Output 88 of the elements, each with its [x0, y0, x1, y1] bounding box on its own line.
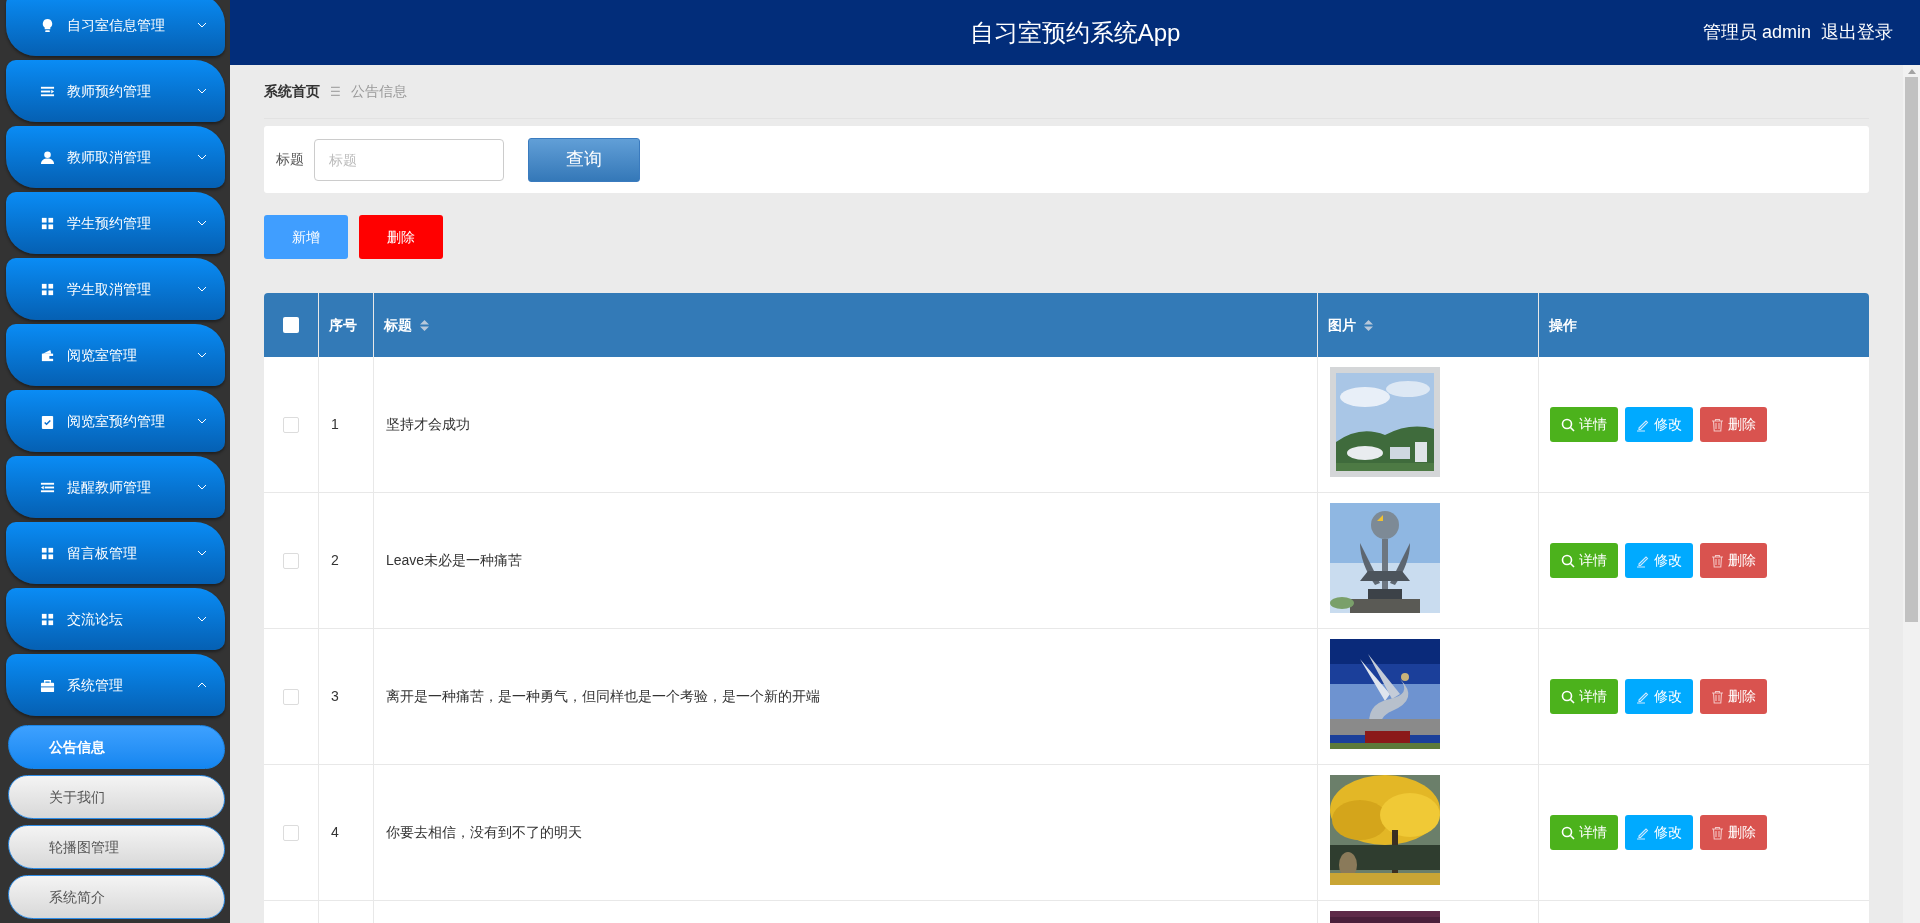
- select-all-checkbox[interactable]: [283, 317, 299, 333]
- field-label: 标题: [276, 150, 304, 169]
- app-title: 自习室预约系统App: [969, 17, 1181, 48]
- row-checkbox[interactable]: [283, 824, 299, 841]
- title-cell-text: 离开是一种痛苦，是一种勇气，但同样也是一个考验，是一个新的开端: [386, 687, 820, 706]
- trash-icon: [1711, 417, 1724, 432]
- scroll-up-icon[interactable]: [1907, 68, 1916, 74]
- edit-button[interactable]: 修改: [1625, 679, 1693, 714]
- bulb-icon: [40, 17, 55, 33]
- row-number: 4: [331, 823, 339, 842]
- grid-icon: [40, 545, 55, 561]
- sidebar-menu-item[interactable]: 自习室信息管理: [6, 0, 225, 56]
- sidebar-menu-item[interactable]: 教师取消管理: [6, 126, 225, 188]
- row-checkbox[interactable]: [283, 688, 299, 705]
- scrollbar-thumb[interactable]: [1905, 77, 1918, 622]
- row-checkbox[interactable]: [283, 416, 299, 433]
- title-cell-text: Leave未必是一种痛苦: [386, 551, 523, 570]
- trash-icon: [1711, 825, 1724, 840]
- chevron-down-icon: [197, 88, 207, 94]
- sidebar-menu-item[interactable]: 留言板管理: [6, 522, 225, 584]
- delete-row-button[interactable]: 删除: [1700, 543, 1767, 578]
- submenu-item[interactable]: 关于我们: [8, 775, 225, 819]
- chevron-down-icon: [197, 286, 207, 292]
- search-icon: [1561, 417, 1575, 432]
- submenu-item[interactable]: 公告信息: [8, 725, 225, 769]
- details-button[interactable]: 详情: [1550, 407, 1618, 442]
- grid-icon: [40, 281, 55, 297]
- add-button[interactable]: 新增: [264, 215, 348, 259]
- row-checkbox[interactable]: [283, 552, 299, 569]
- logout-link[interactable]: 退出登录: [1821, 19, 1893, 46]
- chevron-down-icon: [197, 616, 207, 622]
- person-icon: [40, 149, 55, 165]
- delete-row-button[interactable]: 删除: [1700, 815, 1767, 850]
- edit-button[interactable]: 修改: [1625, 543, 1693, 578]
- details-button[interactable]: 详情: [1550, 679, 1618, 714]
- sidebar-menu-item[interactable]: 阅览室预约管理: [6, 390, 225, 452]
- sidebar-menu-item[interactable]: 系统管理: [6, 654, 225, 716]
- grid-icon: [40, 611, 55, 627]
- scrollbar[interactable]: [1903, 65, 1920, 923]
- chevron-down-icon: [197, 484, 207, 490]
- briefcase-icon: [40, 677, 55, 693]
- sidebar-menu-item[interactable]: 教师预约管理: [6, 60, 225, 122]
- trash-icon: [1711, 689, 1724, 704]
- sort-icon[interactable]: [420, 318, 429, 332]
- breadcrumb-separator: ☰: [330, 83, 341, 101]
- edit-button[interactable]: 修改: [1625, 815, 1693, 850]
- wallet-icon: [40, 347, 55, 363]
- delete-button[interactable]: 删除: [359, 215, 443, 259]
- chevron-down-icon: [197, 550, 207, 556]
- chevron-down-icon: [197, 154, 207, 160]
- search-icon: [1561, 689, 1575, 704]
- title-cell-text: 你要去相信，没有到不了的明天: [386, 823, 582, 842]
- trash-icon: [1711, 553, 1724, 568]
- chevron-down-icon: [197, 220, 207, 226]
- breadcrumb-current: 公告信息: [351, 82, 407, 101]
- search-icon: [1561, 553, 1575, 568]
- breadcrumb-link[interactable]: 系统首页: [264, 81, 320, 102]
- edit-button[interactable]: 修改: [1625, 407, 1693, 442]
- clipboard-check-icon: [40, 413, 55, 429]
- delete-row-button[interactable]: 删除: [1700, 407, 1767, 442]
- column-header: 操作: [1549, 315, 1577, 335]
- sidebar-menu-item[interactable]: 交流论坛: [6, 588, 225, 650]
- details-button[interactable]: 详情: [1550, 543, 1618, 578]
- column-header: 标题: [384, 315, 412, 335]
- admin-label: 管理员 admin: [1702, 21, 1811, 44]
- title-cell-text: 坚持才会成功: [386, 415, 470, 434]
- sort-icon[interactable]: [1364, 318, 1373, 332]
- search-icon: [1561, 825, 1575, 840]
- column-header: 图片: [1328, 315, 1356, 335]
- column-header: 序号: [329, 315, 357, 335]
- grid-icon: [40, 215, 55, 231]
- sidebar-menu-item[interactable]: 学生取消管理: [6, 258, 225, 320]
- sidebar-menu-item[interactable]: 学生预约管理: [6, 192, 225, 254]
- chevron-up-icon: [197, 682, 207, 688]
- chevron-down-icon: [197, 418, 207, 424]
- delete-row-button[interactable]: 删除: [1700, 679, 1767, 714]
- search-field[interactable]: 标题: [314, 138, 504, 181]
- chevron-down-icon: [197, 352, 207, 358]
- submenu-item[interactable]: 系统简介: [8, 875, 225, 919]
- details-button[interactable]: 详情: [1550, 815, 1618, 850]
- sidebar-menu-item[interactable]: 阅览室管理: [6, 324, 225, 386]
- row-number: 3: [331, 687, 339, 706]
- row-number: 1: [331, 415, 339, 434]
- row-number: 2: [331, 551, 339, 570]
- search-button[interactable]: 查询: [528, 137, 640, 182]
- sidebar-menu-item[interactable]: 提醒教师管理: [6, 456, 225, 518]
- submenu-item[interactable]: 轮播图管理: [8, 825, 225, 869]
- chevron-down-icon: [197, 22, 207, 28]
